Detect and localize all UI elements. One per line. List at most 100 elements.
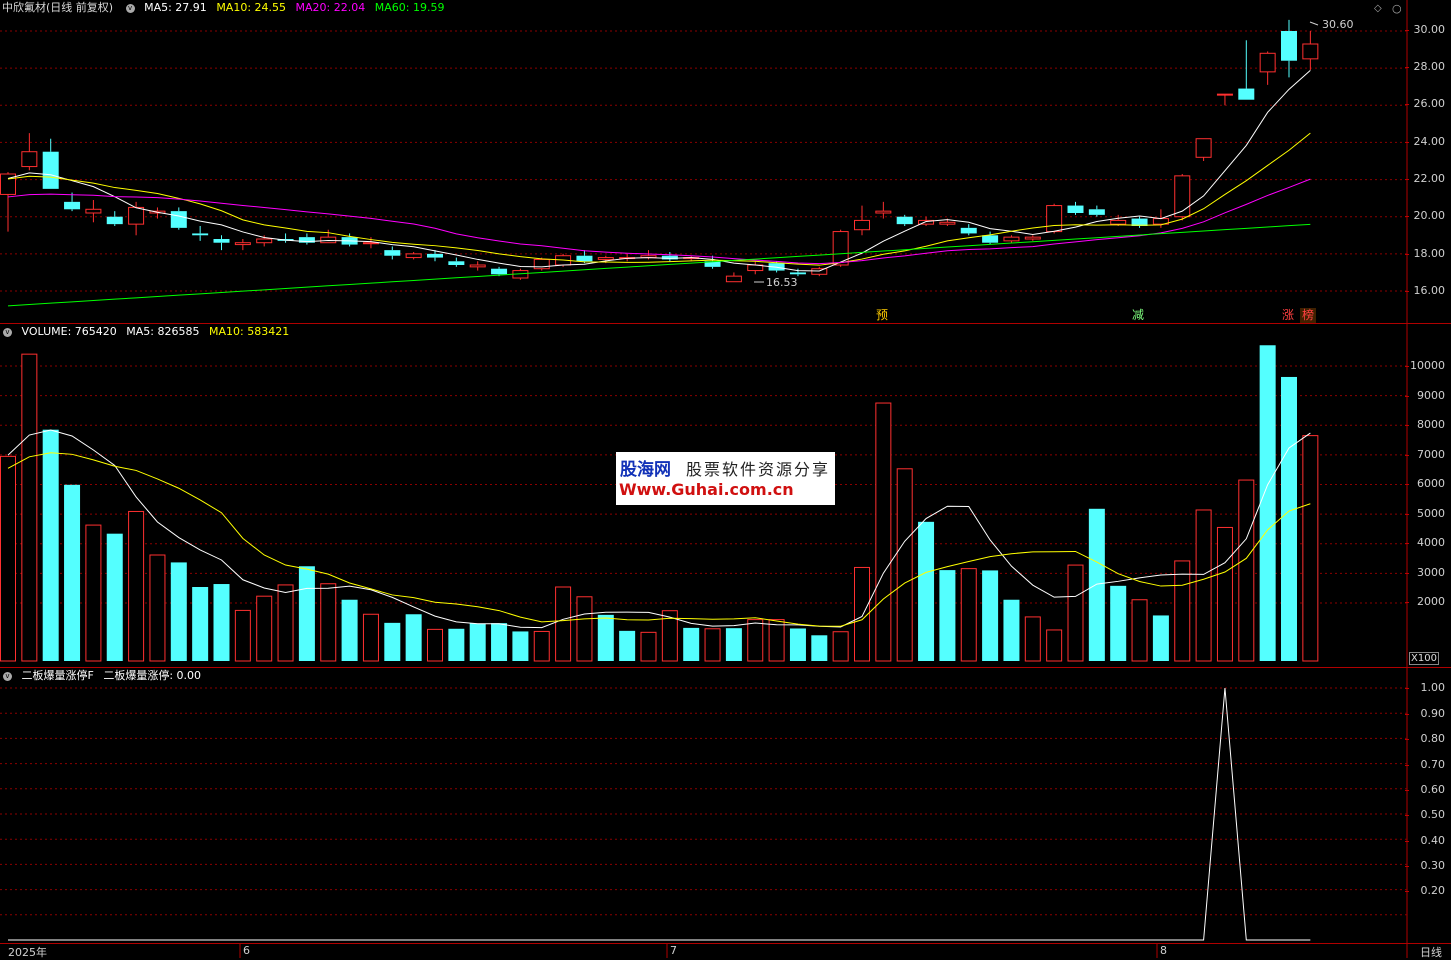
volume-bar [1152, 615, 1169, 661]
candle-body [597, 257, 614, 260]
volume-bar [1302, 435, 1319, 662]
candle-body [320, 236, 337, 244]
signal-badge[interactable]: 榜 [1300, 308, 1317, 323]
ma5-line [7, 69, 1311, 272]
ma60-line [7, 223, 1311, 307]
volume-bar [42, 429, 59, 661]
indicator-tick: 0.60 [1405, 783, 1445, 796]
volume-bar [362, 613, 379, 662]
candle-body [1216, 93, 1233, 96]
candle-body [170, 211, 187, 228]
candle-body [469, 264, 486, 268]
indicator-tick: 0.40 [1405, 834, 1445, 847]
volume-bar [1195, 509, 1212, 662]
candle-body [21, 151, 38, 168]
volume-bar [192, 587, 209, 661]
volume-bar [683, 627, 700, 661]
candle-body [1238, 88, 1255, 100]
candle-body [64, 201, 81, 210]
date-label: 6 [243, 944, 250, 957]
volume-bar [960, 568, 977, 662]
candle-body [1067, 205, 1084, 213]
candle-body [1110, 219, 1127, 225]
volume-bar [1131, 599, 1148, 662]
candle-body [725, 275, 742, 283]
volume-bar [747, 619, 764, 662]
watermark-brand: 股海网 [620, 460, 671, 480]
indicator-tick: 0.30 [1405, 859, 1445, 872]
low-price-label: 16.53 [766, 276, 798, 289]
volume-bar [298, 566, 315, 661]
signal-badge[interactable]: 预 [874, 308, 890, 323]
volume-bar [512, 631, 529, 661]
volume-bar [1238, 479, 1255, 662]
watermark-slogan: 股票软件资源分享 [686, 460, 831, 479]
volume-bar [405, 614, 422, 661]
candle-body [1024, 236, 1041, 240]
indicator-tick: 1.00 [1405, 681, 1445, 694]
volume-bar [1259, 345, 1276, 661]
volume-bar [768, 619, 785, 662]
candle-body [427, 253, 443, 258]
volume-bar [1046, 629, 1063, 662]
candle-body [213, 239, 230, 243]
volume-bar [1174, 560, 1191, 662]
volume-bar [597, 614, 614, 661]
volume-bar [469, 623, 486, 661]
volume-bar [576, 596, 593, 662]
volume-bar [725, 628, 742, 661]
candle-body [85, 208, 102, 214]
candle-body [576, 255, 593, 262]
candle-body [875, 210, 892, 214]
volume-bar [21, 353, 38, 662]
signal-badge[interactable]: 减 [1130, 308, 1146, 323]
volume-bar [128, 510, 145, 662]
volume-bar [918, 521, 935, 661]
candle-body [234, 242, 251, 246]
volume-bar [85, 524, 102, 662]
date-label: 7 [670, 944, 677, 957]
volume-bar [1110, 585, 1127, 661]
volume-bar [341, 599, 358, 661]
volume-bar [491, 623, 508, 661]
volume-bar [939, 570, 956, 661]
volume-bar [234, 609, 251, 662]
candle-body [448, 261, 465, 265]
volume-bar [1281, 376, 1297, 661]
volume-bar [149, 554, 166, 662]
candle-body [362, 242, 379, 245]
candle-body [405, 253, 422, 259]
indicator-tick: 0.50 [1405, 808, 1445, 821]
volume-bar [704, 628, 721, 662]
candle-body [192, 233, 209, 236]
volume-bar [448, 628, 465, 661]
candle-body [982, 235, 999, 243]
candle-body [1046, 205, 1063, 233]
high-price-label: 30.60 [1322, 18, 1354, 31]
watermark-logo: 股海网 股票软件资源分享 Www.Guhai.com.cn [616, 452, 835, 505]
volume-bar [64, 484, 81, 661]
candle-body [106, 216, 123, 225]
signal-badge[interactable]: 涨 [1280, 308, 1296, 323]
volume-bar [0, 455, 16, 662]
volume-bar [170, 562, 187, 661]
candle-body [1003, 236, 1020, 242]
volume-bar [1003, 599, 1020, 661]
candle-body [1302, 43, 1319, 60]
candle-body [896, 216, 913, 225]
candle-body [661, 255, 678, 260]
candle-body [1259, 52, 1276, 73]
volume-bar [427, 628, 443, 662]
volume-bar [811, 635, 828, 661]
volume-bar [619, 630, 636, 661]
volume-bar [106, 533, 123, 661]
candle-body [384, 250, 401, 256]
volume-bar [1216, 526, 1233, 662]
indicator-tick: 0.70 [1405, 758, 1445, 771]
volume-bar [875, 402, 892, 662]
date-label: 8 [1160, 944, 1167, 957]
volume-bar [320, 583, 337, 662]
candle-body [42, 151, 59, 189]
volume-bar [384, 622, 401, 661]
volume-bar [789, 628, 806, 661]
